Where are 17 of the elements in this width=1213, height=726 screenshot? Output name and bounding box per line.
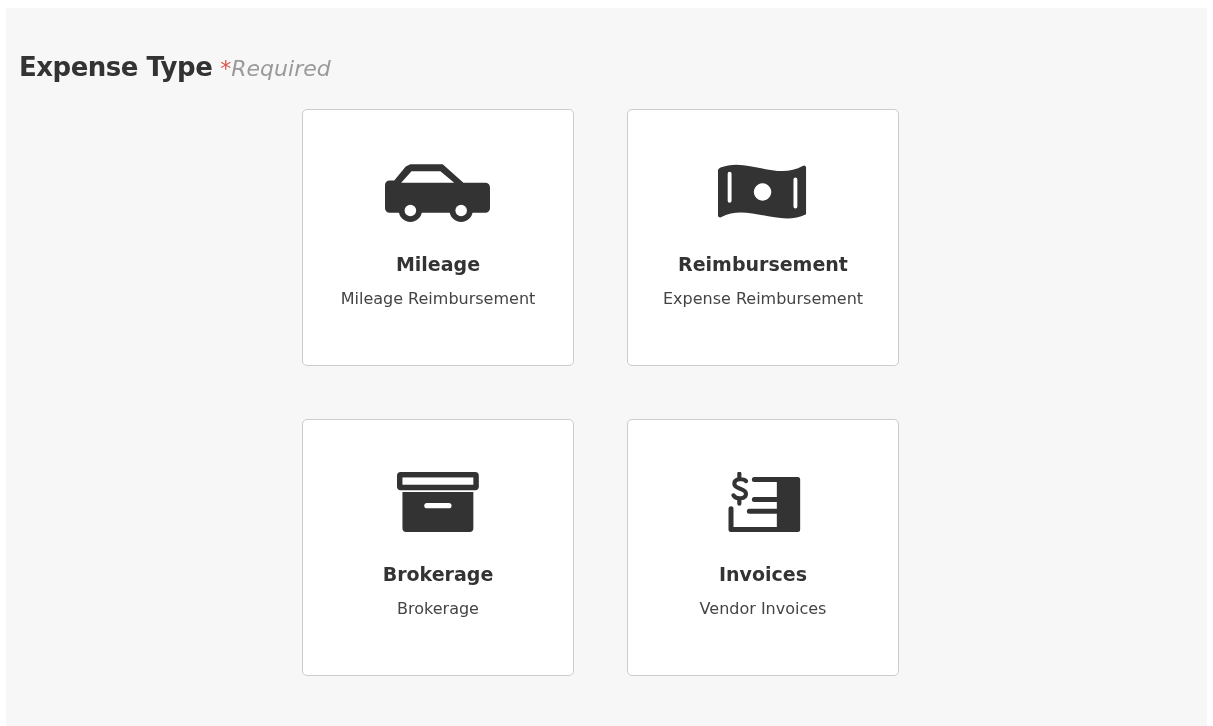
option-description: Mileage Reimbursement xyxy=(340,287,536,310)
option-title: Reimbursement xyxy=(678,252,848,277)
expense-type-option[interactable]: Mileage Mileage Reimbursement xyxy=(302,109,574,366)
car-icon xyxy=(384,162,492,222)
option-description: Brokerage xyxy=(397,597,479,620)
option-description: Vendor Invoices xyxy=(699,597,827,620)
section-heading: Expense Type xyxy=(19,51,213,84)
required-asterisk: * xyxy=(220,56,232,81)
expense-type-option[interactable]: Brokerage Brokerage xyxy=(302,419,574,676)
option-title: Mileage xyxy=(395,252,481,277)
expense-type-option[interactable]: Invoices Vendor Invoices xyxy=(627,419,899,676)
expense-type-option[interactable]: Reimbursement Expense Reimbursement xyxy=(627,109,899,366)
option-description: Expense Reimbursement xyxy=(662,287,864,310)
option-title: Invoices xyxy=(719,562,807,587)
required-label: Required xyxy=(231,56,331,81)
option-title: Brokerage xyxy=(382,562,494,587)
archive-box-icon xyxy=(397,472,479,532)
